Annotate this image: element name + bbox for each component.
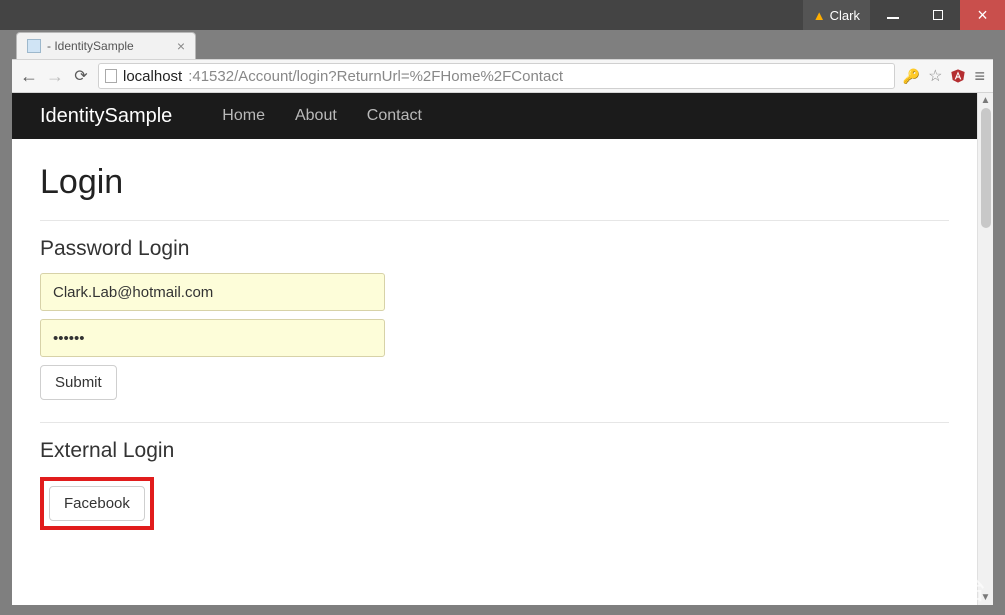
browser-window: - IdentitySample × ← → ⟳ localhost :41532… [12,30,993,605]
nav-link-about[interactable]: About [295,107,337,125]
window-maximize-button[interactable] [915,0,960,30]
address-bar[interactable]: localhost :41532/Account/login?ReturnUrl=… [98,63,895,89]
password-login-heading: Password Login [40,237,949,261]
external-login-heading: External Login [40,439,949,463]
angular-shield-icon[interactable] [950,68,966,84]
os-user-badge: ▲ Clark [803,0,870,30]
tab-close-icon[interactable]: × [177,38,185,54]
facebook-highlight-box: Facebook [40,477,154,530]
tab-title: - IdentitySample [47,39,134,53]
scroll-thumb[interactable] [981,108,991,228]
page-icon [27,39,41,53]
url-host: localhost [123,68,182,85]
navbar-brand[interactable]: IdentitySample [40,105,172,128]
warning-icon: ▲ [813,8,826,23]
scroll-up-icon[interactable]: ▲ [981,95,991,106]
tab-bar: - IdentitySample × [12,30,993,59]
scroll-down-icon[interactable]: ▼ [981,592,991,603]
submit-button[interactable]: Submit [40,365,117,400]
window-close-button[interactable]: × [960,0,1005,30]
window-minimize-button[interactable] [870,0,915,30]
site-info-icon[interactable] [105,69,117,83]
facebook-button[interactable]: Facebook [49,486,145,521]
site-navbar: IdentitySample Home About Contact [12,93,977,139]
viewport: IdentitySample Home About Contact Login … [12,93,993,605]
divider [40,422,949,423]
url-path: :41532/Account/login?ReturnUrl=%2FHome%2… [188,68,563,85]
password-field[interactable] [40,319,385,357]
divider [40,220,949,221]
browser-tab[interactable]: - IdentitySample × [16,32,196,59]
email-field[interactable] [40,273,385,311]
back-button[interactable]: ← [20,66,38,87]
nav-link-home[interactable]: Home [222,107,265,125]
reload-button[interactable]: ⟳ [72,66,90,86]
page-title: Login [40,163,949,202]
close-icon: × [977,5,988,26]
vertical-scrollbar[interactable]: ▲ ▼ [977,93,993,605]
nav-link-contact[interactable]: Contact [367,107,422,125]
chrome-menu-icon[interactable]: ≡ [974,66,985,87]
forward-button[interactable]: → [46,66,64,87]
os-titlebar: ▲ Clark × [0,0,1005,30]
password-key-icon[interactable]: 🔑 [903,68,920,85]
bookmark-star-icon[interactable]: ☆ [928,66,942,86]
browser-toolbar: ← → ⟳ localhost :41532/Account/login?Retu… [12,59,993,93]
os-user-label: Clark [830,8,860,23]
page-content: IdentitySample Home About Contact Login … [12,93,977,605]
